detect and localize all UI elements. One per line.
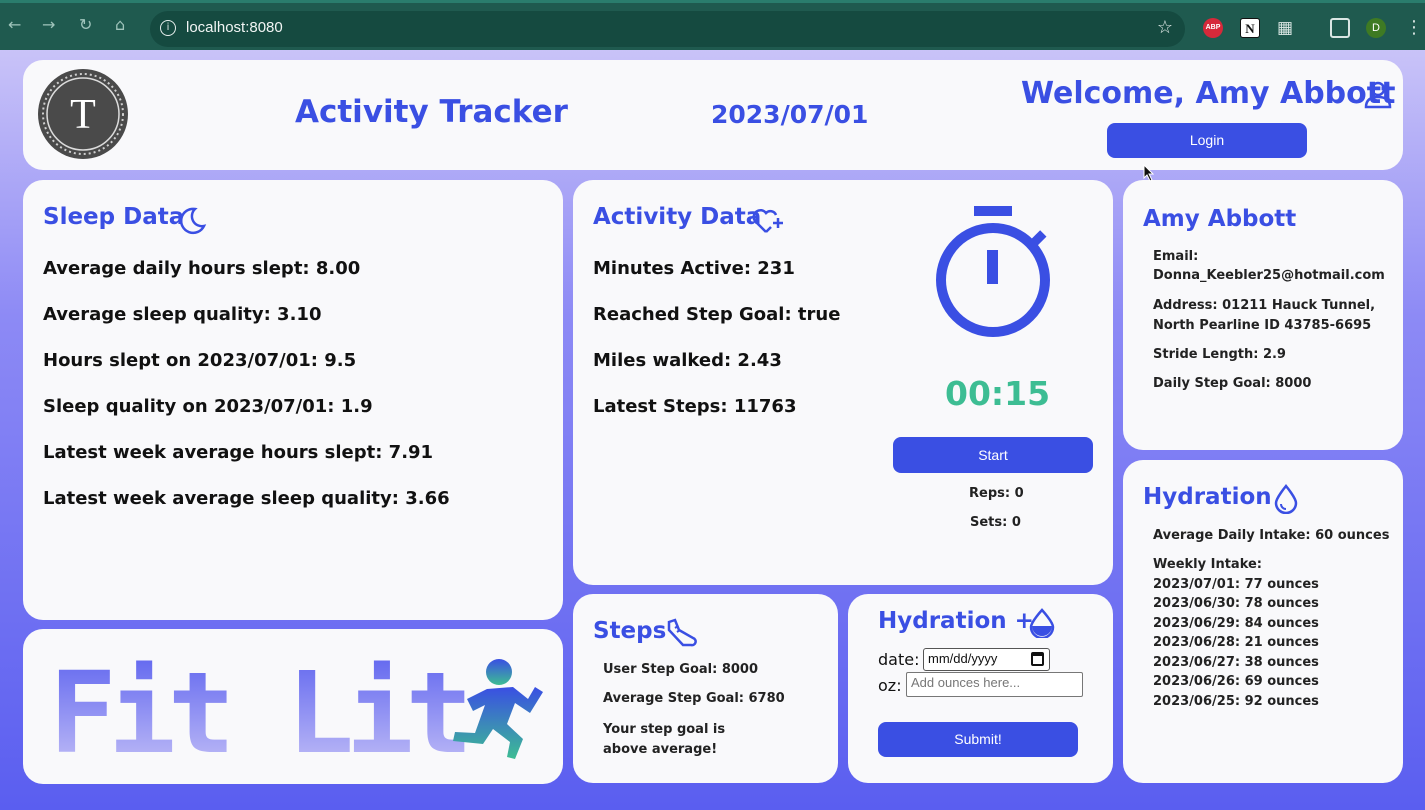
email-label: Email: <box>1153 249 1199 264</box>
date-input[interactable]: mm/dd/yyyy <box>923 648 1050 671</box>
fitlit-logo-card: Fit Lit <box>23 629 563 784</box>
sleep-data-card: Sleep Data Average daily hours slept: 8.… <box>23 180 563 620</box>
water-drop-icon <box>1274 484 1298 514</box>
step-goal-message: Your step goal is above average! <box>603 722 726 757</box>
browser-toolbar: ← → ↻ ⌂ i localhost:8080 ☆ ABP N ▦ D ⋮ <box>0 0 1425 50</box>
forward-icon[interactable]: → <box>42 15 55 34</box>
mouse-cursor-icon <box>1143 164 1155 182</box>
reps-count: Reps: 0 <box>969 486 1024 501</box>
profile-avatar[interactable]: D <box>1366 18 1386 38</box>
current-date: 2023/07/01 <box>711 100 869 129</box>
weekly-intake-row: 2023/06/30: 78 ounces <box>1153 596 1319 611</box>
back-icon[interactable]: ← <box>8 15 21 34</box>
weekly-intake-row: 2023/06/28: 21 ounces <box>1153 635 1319 650</box>
logo-icon: T <box>38 69 128 159</box>
sleep-quality-today: Sleep quality on 2023/07/01: 1.9 <box>43 396 373 417</box>
sleep-week-hours: Latest week average hours slept: 7.91 <box>43 442 434 463</box>
user-name: Amy Abbott <box>1143 206 1297 232</box>
sleep-week-quality: Latest week average sleep quality: 3.66 <box>43 488 450 509</box>
home-icon[interactable]: ⌂ <box>115 15 125 34</box>
steps-card: Steps User Step Goal: 8000 Average Step … <box>573 594 838 783</box>
sleep-hours-today: Hours slept on 2023/07/01: 9.5 <box>43 350 357 371</box>
activity-title: Activity Data <box>593 204 762 230</box>
runner-icon <box>453 659 543 759</box>
date-placeholder: mm/dd/yyyy <box>928 651 998 666</box>
hydration-title: Hydration <box>1143 484 1272 510</box>
sleep-avg-quality: Average sleep quality: 3.10 <box>43 304 322 325</box>
start-button[interactable]: Start <box>893 437 1093 473</box>
minutes-active: Minutes Active: 231 <box>593 258 795 279</box>
app-root: T Activity Tracker 2023/07/01 Welcome, A… <box>0 50 1425 810</box>
activity-data-card: Activity Data Minutes Active: 231 Reache… <box>573 180 1113 585</box>
weekly-intake-label: Weekly Intake: <box>1153 557 1263 572</box>
steps-title: Steps <box>593 618 667 644</box>
login-button[interactable]: Login <box>1107 123 1307 158</box>
email-value: Donna_Keebler25@hotmail.com <box>1153 268 1385 283</box>
app-title: Activity Tracker <box>295 94 568 130</box>
fitlit-wordmark: Fit Lit <box>49 649 543 779</box>
user-icon <box>1364 81 1392 109</box>
notion-extension-icon[interactable]: N <box>1240 18 1260 38</box>
weekly-intake-row: 2023/07/01: 77 ounces <box>1153 577 1319 592</box>
hydration-card: Hydration Average Daily Intake: 60 ounce… <box>1123 460 1403 783</box>
stopwatch-icon <box>936 206 1050 337</box>
weekly-intake-row: 2023/06/29: 84 ounces <box>1153 616 1319 631</box>
extensions-icon[interactable]: ▦ <box>1277 18 1297 38</box>
fitlit-text: Fit Lit <box>49 649 465 779</box>
menu-icon[interactable]: ⋮ <box>1405 18 1425 38</box>
address-value: Address: 01211 Hauck Tunnel, North Pearl… <box>1153 298 1376 333</box>
sets-count: Sets: 0 <box>970 515 1021 530</box>
bookmark-star-icon[interactable]: ☆ <box>1157 17 1173 38</box>
weekly-intake-row: 2023/06/27: 38 ounces <box>1153 655 1319 670</box>
oz-label: oz: <box>878 676 902 695</box>
latest-steps: Latest Steps: 11763 <box>593 396 797 417</box>
url-text[interactable]: localhost:8080 <box>186 19 283 36</box>
side-panel-icon[interactable] <box>1330 18 1350 38</box>
average-step-goal: Average Step Goal: 6780 <box>603 691 785 706</box>
site-info-icon[interactable]: i <box>160 20 176 36</box>
user-step-goal: User Step Goal: 8000 <box>603 662 759 677</box>
heart-plus-icon <box>752 208 783 233</box>
average-intake: Average Daily Intake: 60 ounces <box>1153 528 1390 543</box>
reload-icon[interactable]: ↻ <box>79 15 92 34</box>
submit-button[interactable]: Submit! <box>878 722 1078 757</box>
timer-display: 00:15 <box>945 374 1051 413</box>
add-hydration-title: Hydration + <box>878 608 1034 634</box>
address-bar[interactable]: i localhost:8080 ☆ <box>150 11 1185 47</box>
sleep-title: Sleep Data <box>43 204 185 230</box>
stride-length: Stride Length: 2.9 <box>1153 347 1286 362</box>
moon-icon <box>179 207 207 235</box>
sleep-avg-hours: Average daily hours slept: 8.00 <box>43 258 361 279</box>
user-profile-card: Amy Abbott Email: Donna_Keebler25@hotmai… <box>1123 180 1403 450</box>
date-label: date: <box>878 650 920 669</box>
weekly-intake-row: 2023/06/25: 92 ounces <box>1153 694 1319 709</box>
welcome-message: Welcome, Amy Abbott <box>1021 76 1396 111</box>
daily-step-goal: Daily Step Goal: 8000 <box>1153 376 1312 391</box>
logo-letter: T <box>70 92 96 138</box>
add-hydration-card: Hydration + date: mm/dd/yyyy oz: Add oun… <box>848 594 1113 783</box>
shoe-icon <box>667 618 697 647</box>
ounces-input[interactable]: Add ounces here... <box>906 672 1083 697</box>
calendar-icon[interactable] <box>1031 652 1044 666</box>
adblock-extension-icon[interactable]: ABP <box>1203 18 1223 38</box>
header-card: T Activity Tracker 2023/07/01 Welcome, A… <box>23 60 1403 170</box>
reached-step-goal: Reached Step Goal: true <box>593 304 841 325</box>
filled-water-drop-icon <box>1029 608 1055 638</box>
miles-walked: Miles walked: 2.43 <box>593 350 782 371</box>
weekly-intake-row: 2023/06/26: 69 ounces <box>1153 674 1319 689</box>
